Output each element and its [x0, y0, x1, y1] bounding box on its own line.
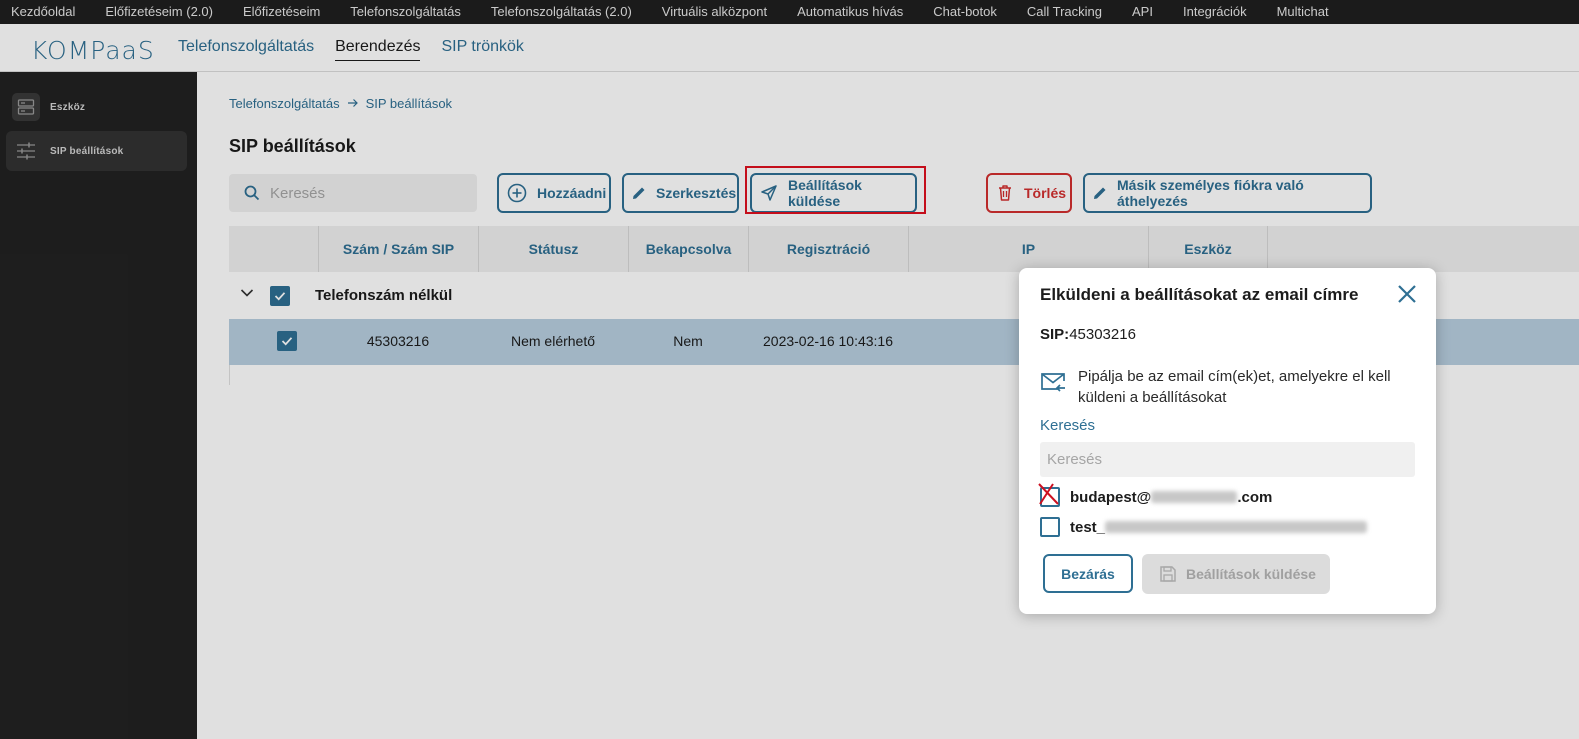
modal-info-text: Pipálja be az email cím(ek)et, amelyekre… — [1078, 368, 1391, 406]
email-address: budapest@ .com — [1070, 489, 1272, 506]
email-search-input[interactable]: Keresés — [1040, 442, 1415, 477]
redacted-text — [1105, 521, 1368, 533]
close-icon[interactable] — [1395, 282, 1419, 306]
mail-icon — [1040, 372, 1066, 408]
cross-mark-icon — [1038, 483, 1059, 505]
modal-title: Elküldeni a beállításokat az email címre — [1040, 285, 1359, 304]
modal-info: Pipálja be az email cím(ek)et, amelyekre… — [1040, 366, 1423, 408]
email-search-placeholder: Keresés — [1047, 451, 1103, 468]
send-button-label: Beállítások küldése — [1186, 566, 1316, 582]
email-checkbox[interactable] — [1040, 517, 1060, 537]
modal-sip: SIP:45303216 — [1040, 326, 1136, 343]
email-checkbox[interactable] — [1038, 483, 1060, 507]
email-prefix: test_ — [1070, 518, 1106, 536]
save-icon — [1159, 565, 1177, 583]
sip-value: 45303216 — [1069, 326, 1136, 343]
email-option[interactable]: budapest@ .com — [1038, 483, 1272, 507]
sip-label: SIP: — [1040, 326, 1070, 343]
send-button[interactable]: Beállítások küldése — [1142, 554, 1330, 594]
close-button[interactable]: Bezárás — [1043, 554, 1133, 593]
email-prefix: budapest@ — [1070, 488, 1152, 506]
send-settings-modal: Elküldeni a beállításokat az email címre… — [1019, 268, 1436, 614]
redacted-text — [1151, 491, 1238, 503]
email-address: test_ — [1070, 518, 1368, 536]
email-option[interactable]: test_ — [1040, 517, 1368, 537]
email-suffix: .com — [1237, 488, 1273, 506]
modal-search-label: Keresés — [1040, 417, 1096, 434]
